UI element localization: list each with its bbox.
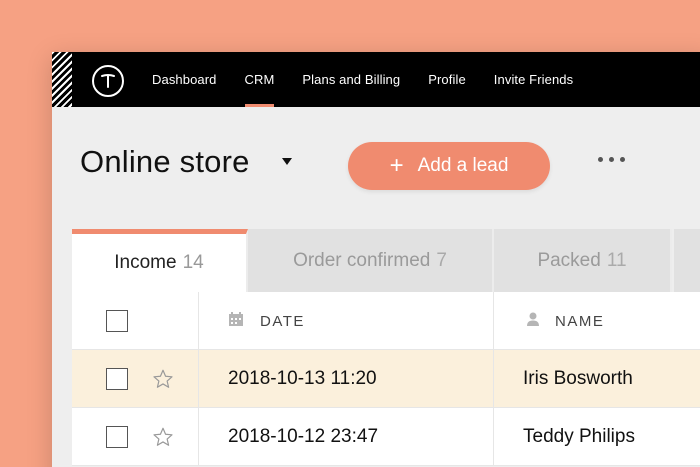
nav-item-profile[interactable]: Profile: [428, 52, 466, 107]
table-header-row: DATE NAME: [72, 292, 700, 350]
table-row[interactable]: 2018-10-12 23:47 Teddy Philips: [72, 408, 700, 466]
row-checkbox[interactable]: [106, 368, 128, 390]
tab-count: 14: [182, 252, 204, 273]
column-header-name[interactable]: NAME: [555, 313, 604, 330]
zigzag-pattern: [52, 52, 72, 107]
plus-icon: +: [389, 152, 404, 179]
row-name: Iris Bosworth: [523, 368, 633, 389]
nav-item-invite-friends[interactable]: Invite Friends: [494, 52, 573, 107]
row-date: 2018-10-13 11:20: [228, 368, 377, 389]
tab-count: 11: [606, 249, 627, 271]
tab-income[interactable]: Income 14: [72, 229, 248, 292]
app-window: Dashboard CRM Plans and Billing Profile …: [52, 52, 700, 467]
main-nav: Dashboard CRM Plans and Billing Profile …: [152, 52, 601, 107]
star-icon[interactable]: [152, 350, 174, 408]
calendar-icon: [228, 311, 244, 332]
column-header-date[interactable]: DATE: [260, 313, 305, 330]
add-lead-button[interactable]: + Add a lead: [348, 142, 550, 190]
person-icon: [525, 311, 541, 332]
tab-count: 7: [436, 249, 447, 271]
tab-order-confirmed[interactable]: Order confirmed 7: [248, 229, 494, 292]
leads-table: DATE NAME 2018-10-13 11:20 Iris Bosworth…: [72, 292, 700, 466]
store-selector[interactable]: Online store: [80, 144, 250, 180]
caret-down-icon[interactable]: [282, 158, 292, 165]
tab-packed[interactable]: Packed 11: [494, 229, 672, 292]
nav-item-dashboard[interactable]: Dashboard: [152, 52, 217, 107]
row-date: 2018-10-12 23:47: [228, 426, 379, 447]
select-all-checkbox[interactable]: [106, 310, 128, 332]
tab-next[interactable]: [674, 229, 700, 292]
tab-label: Order confirmed: [293, 249, 431, 271]
logo-icon[interactable]: [92, 65, 124, 97]
add-lead-label: Add a lead: [417, 155, 509, 176]
tab-label: Income: [114, 252, 177, 273]
more-icon[interactable]: [598, 157, 625, 162]
table-row[interactable]: 2018-10-13 11:20 Iris Bosworth: [72, 350, 700, 408]
tab-label: Packed: [537, 249, 601, 271]
top-navigation-bar: Dashboard CRM Plans and Billing Profile …: [52, 52, 700, 107]
row-checkbox[interactable]: [106, 426, 128, 448]
nav-item-plans-and-billing[interactable]: Plans and Billing: [302, 52, 400, 107]
row-name: Teddy Philips: [523, 426, 635, 447]
star-icon[interactable]: [152, 408, 174, 466]
nav-item-crm[interactable]: CRM: [244, 52, 275, 107]
